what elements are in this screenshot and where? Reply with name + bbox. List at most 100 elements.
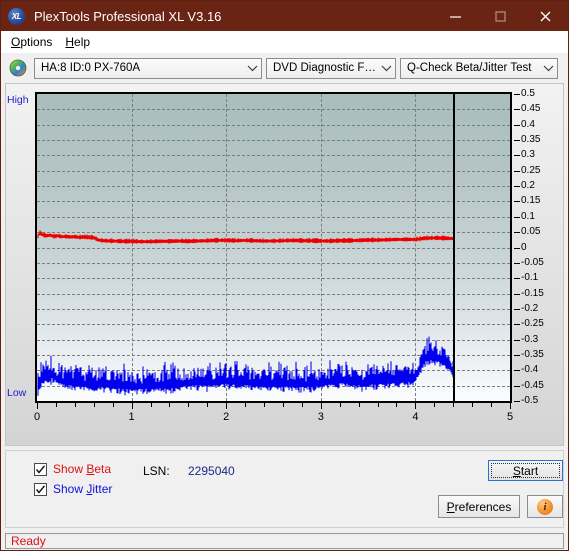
show-beta-label: Show Beta xyxy=(53,462,112,476)
y-axis-tick-label: -0.3 xyxy=(521,333,539,345)
y-axis-tick-mark xyxy=(514,370,520,372)
drive-select-value: HA:8 ID:0 PX-760A xyxy=(41,62,141,74)
x-axis-tick-mark xyxy=(282,403,284,407)
show-jitter-checkbox[interactable] xyxy=(34,482,47,496)
close-icon[interactable] xyxy=(523,1,568,31)
y-axis-tick-mark xyxy=(514,170,520,172)
y-axis-tick-label: 0.25 xyxy=(521,164,541,176)
window-title: PlexTools Professional XL V3.16 xyxy=(34,8,222,24)
y-axis-tick-label: 0.05 xyxy=(521,226,541,238)
test-select-value: Q-Check Beta/Jitter Test xyxy=(407,62,532,74)
x-axis-tick-mark xyxy=(358,403,360,407)
info-button[interactable]: i xyxy=(527,495,563,518)
y-axis-tick-mark xyxy=(514,247,520,249)
show-beta-checkbox[interactable] xyxy=(34,462,47,476)
x-axis-tick-mark xyxy=(55,403,57,407)
chart-panel: High Low 0.5 0.45 0.4 0.35 0.3 0.25 0.2 0.15 0.1… xyxy=(5,83,564,446)
show-jitter-row[interactable]: Show Jitter xyxy=(34,482,112,496)
maximize-icon[interactable] xyxy=(478,1,523,31)
chart-traces xyxy=(37,230,454,396)
y-axis-tick-label: 0.1 xyxy=(521,210,535,222)
lsn-label: LSN: xyxy=(143,464,170,478)
y-axis-tick-mark xyxy=(514,339,520,341)
menu-item-options[interactable]: Options xyxy=(7,33,61,51)
x-axis-tick-mark xyxy=(415,403,417,409)
toolbar: HA:8 ID:0 PX-760A DVD Diagnostic Functio… xyxy=(1,53,568,83)
window-controls xyxy=(433,1,568,31)
y-axis-tick-label: -0.45 xyxy=(521,379,544,391)
y-axis-tick-mark xyxy=(514,324,520,326)
y-axis-tick-label: 0 xyxy=(521,241,527,253)
x-axis-tick-label: 5 xyxy=(506,411,514,423)
x-axis-tick-mark xyxy=(93,403,95,407)
show-beta-row[interactable]: Show Beta xyxy=(34,462,111,476)
preferences-button[interactable]: Preferences xyxy=(438,495,520,518)
y-axis-tick-label: -0.2 xyxy=(521,302,539,314)
axis-label-high: High xyxy=(7,94,29,106)
y-axis-tick-label: 0.5 xyxy=(521,88,535,99)
title-bar: XL PlexTools Professional XL V3.16 xyxy=(1,1,568,31)
optical-disc-icon xyxy=(9,59,27,77)
y-axis-tick-mark xyxy=(514,401,520,402)
test-select[interactable]: Q-Check Beta/Jitter Test xyxy=(400,57,558,79)
x-axis-tick-mark xyxy=(226,403,228,409)
menu-item-help[interactable]: Help xyxy=(61,33,99,51)
y-axis-tick-label: -0.1 xyxy=(521,272,539,284)
minimize-icon[interactable] xyxy=(433,1,478,31)
x-axis-tick-mark xyxy=(188,403,190,407)
start-button[interactable]: Start xyxy=(488,460,563,481)
show-jitter-label: Show Jitter xyxy=(53,482,113,496)
y-axis-tick-mark xyxy=(514,293,520,295)
status-text: Ready xyxy=(11,534,46,548)
x-axis-tick-mark xyxy=(74,403,76,407)
x-axis-tick-mark xyxy=(264,403,266,407)
status-bar: Ready xyxy=(5,533,564,549)
x-axis-tick-mark xyxy=(396,403,398,407)
x-axis-tick-mark xyxy=(150,403,152,407)
drive-select[interactable]: HA:8 ID:0 PX-760A xyxy=(34,57,262,79)
chevron-down-icon xyxy=(377,64,395,72)
y-axis-tick-mark xyxy=(514,262,520,264)
x-axis-tick-mark xyxy=(491,403,493,407)
y-axis-tick-mark xyxy=(514,216,520,218)
x-axis-tick-mark xyxy=(169,403,171,407)
x-axis-tick-mark xyxy=(510,403,511,409)
function-select[interactable]: DVD Diagnostic Functions xyxy=(266,57,396,79)
y-axis-tick-mark xyxy=(514,186,520,188)
menu-item-help-label: elp xyxy=(74,35,91,49)
chevron-down-icon xyxy=(539,64,557,72)
x-axis-tick-mark xyxy=(453,403,455,407)
plextools-window: XL PlexTools Professional XL V3.16 Optio… xyxy=(0,0,569,551)
jitter-trace xyxy=(37,336,454,396)
y-axis-tick-label: -0.5 xyxy=(521,395,539,406)
x-axis-tick-mark xyxy=(207,403,209,407)
x-axis-tick-mark xyxy=(37,403,38,409)
function-select-value: DVD Diagnostic Functions xyxy=(273,62,377,74)
y-axis-tick-label: 0.4 xyxy=(521,118,535,130)
y-axis-tick-label: -0.25 xyxy=(521,318,544,330)
y-axis-tick-mark xyxy=(514,278,520,280)
y-axis-tick-mark xyxy=(514,385,520,387)
x-axis-tick-label: 4 xyxy=(412,411,419,423)
y-axis-tick-mark xyxy=(514,109,520,111)
x-axis-tick-mark xyxy=(377,403,379,407)
focus-ring xyxy=(491,463,560,478)
x-axis-tick-label: 2 xyxy=(223,411,230,423)
y-axis-tick-label: 0.15 xyxy=(521,195,541,207)
y-axis-tick-mark xyxy=(514,201,520,203)
y-axis-tick-label: -0.4 xyxy=(521,364,539,376)
menu-bar: Options Help xyxy=(1,31,568,53)
y-axis-tick-label: -0.15 xyxy=(521,287,544,299)
data-end-marker xyxy=(453,94,456,401)
y-axis-tick-mark xyxy=(514,155,520,157)
y-axis-tick-label: 0.35 xyxy=(521,134,541,146)
y-axis-tick-label: 0.45 xyxy=(521,103,541,115)
beta-trace xyxy=(37,230,454,244)
x-axis-tick-label: 3 xyxy=(317,411,324,423)
controls-panel: Show Beta Show Jitter LSN: 2295040 Start… xyxy=(5,450,564,528)
lsn-value: 2295040 xyxy=(188,464,235,478)
x-axis-tick-mark xyxy=(245,403,247,407)
y-axis-tick-label: -0.05 xyxy=(521,256,544,268)
y-axis-tick-mark xyxy=(514,124,520,126)
preferences-button-label: Preferences xyxy=(446,499,512,514)
